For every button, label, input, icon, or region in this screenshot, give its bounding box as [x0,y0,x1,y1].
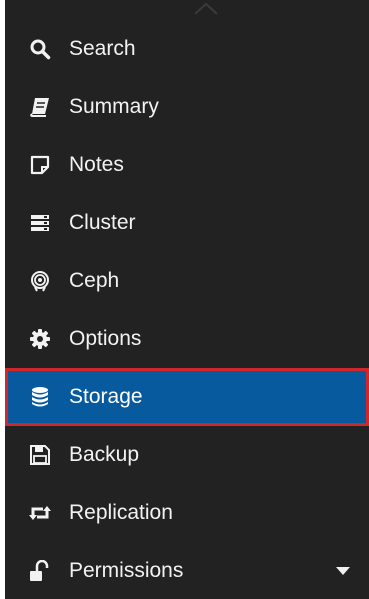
database-icon [29,386,51,408]
search-icon [29,38,51,60]
chevron-down-icon[interactable] [335,566,351,576]
nav-item-ceph[interactable]: Ceph [5,252,369,310]
retweet-icon [29,502,51,524]
unlock-icon [29,560,51,582]
nav-item-label: Ceph [69,269,120,292]
nav-item-label: Replication [69,501,173,524]
nav-item-label: Permissions [69,559,184,582]
nav-item-storage[interactable]: Storage [5,368,369,426]
nav-item-label: Summary [69,95,159,118]
nav-item-label: Search [69,37,136,60]
note-icon [29,154,51,176]
nav-item-label: Backup [69,443,140,466]
nav-item-summary[interactable]: Summary [5,78,369,136]
gear-icon [29,328,51,350]
nav-item-permissions[interactable]: Permissions [5,542,369,599]
nav-item-label: Notes [69,153,124,176]
ceph-icon [29,270,51,292]
book-icon [29,96,51,118]
nav-item-search[interactable]: Search [5,20,369,78]
nav-item-cluster[interactable]: Cluster [5,194,369,252]
nav-item-backup[interactable]: Backup [5,426,369,484]
server-icon [29,212,51,234]
navigation-panel: Search Summary Notes Cluster Ceph Option… [5,0,369,599]
nav-item-label: Storage [69,385,143,408]
scroll-up-icon[interactable] [193,2,219,16]
nav-menu: Search Summary Notes Cluster Ceph Option… [5,20,369,599]
nav-item-replication[interactable]: Replication [5,484,369,542]
floppy-disk-icon [29,444,51,466]
nav-item-label: Options [69,327,142,350]
nav-item-options[interactable]: Options [5,310,369,368]
nav-item-notes[interactable]: Notes [5,136,369,194]
nav-item-label: Cluster [69,211,136,234]
